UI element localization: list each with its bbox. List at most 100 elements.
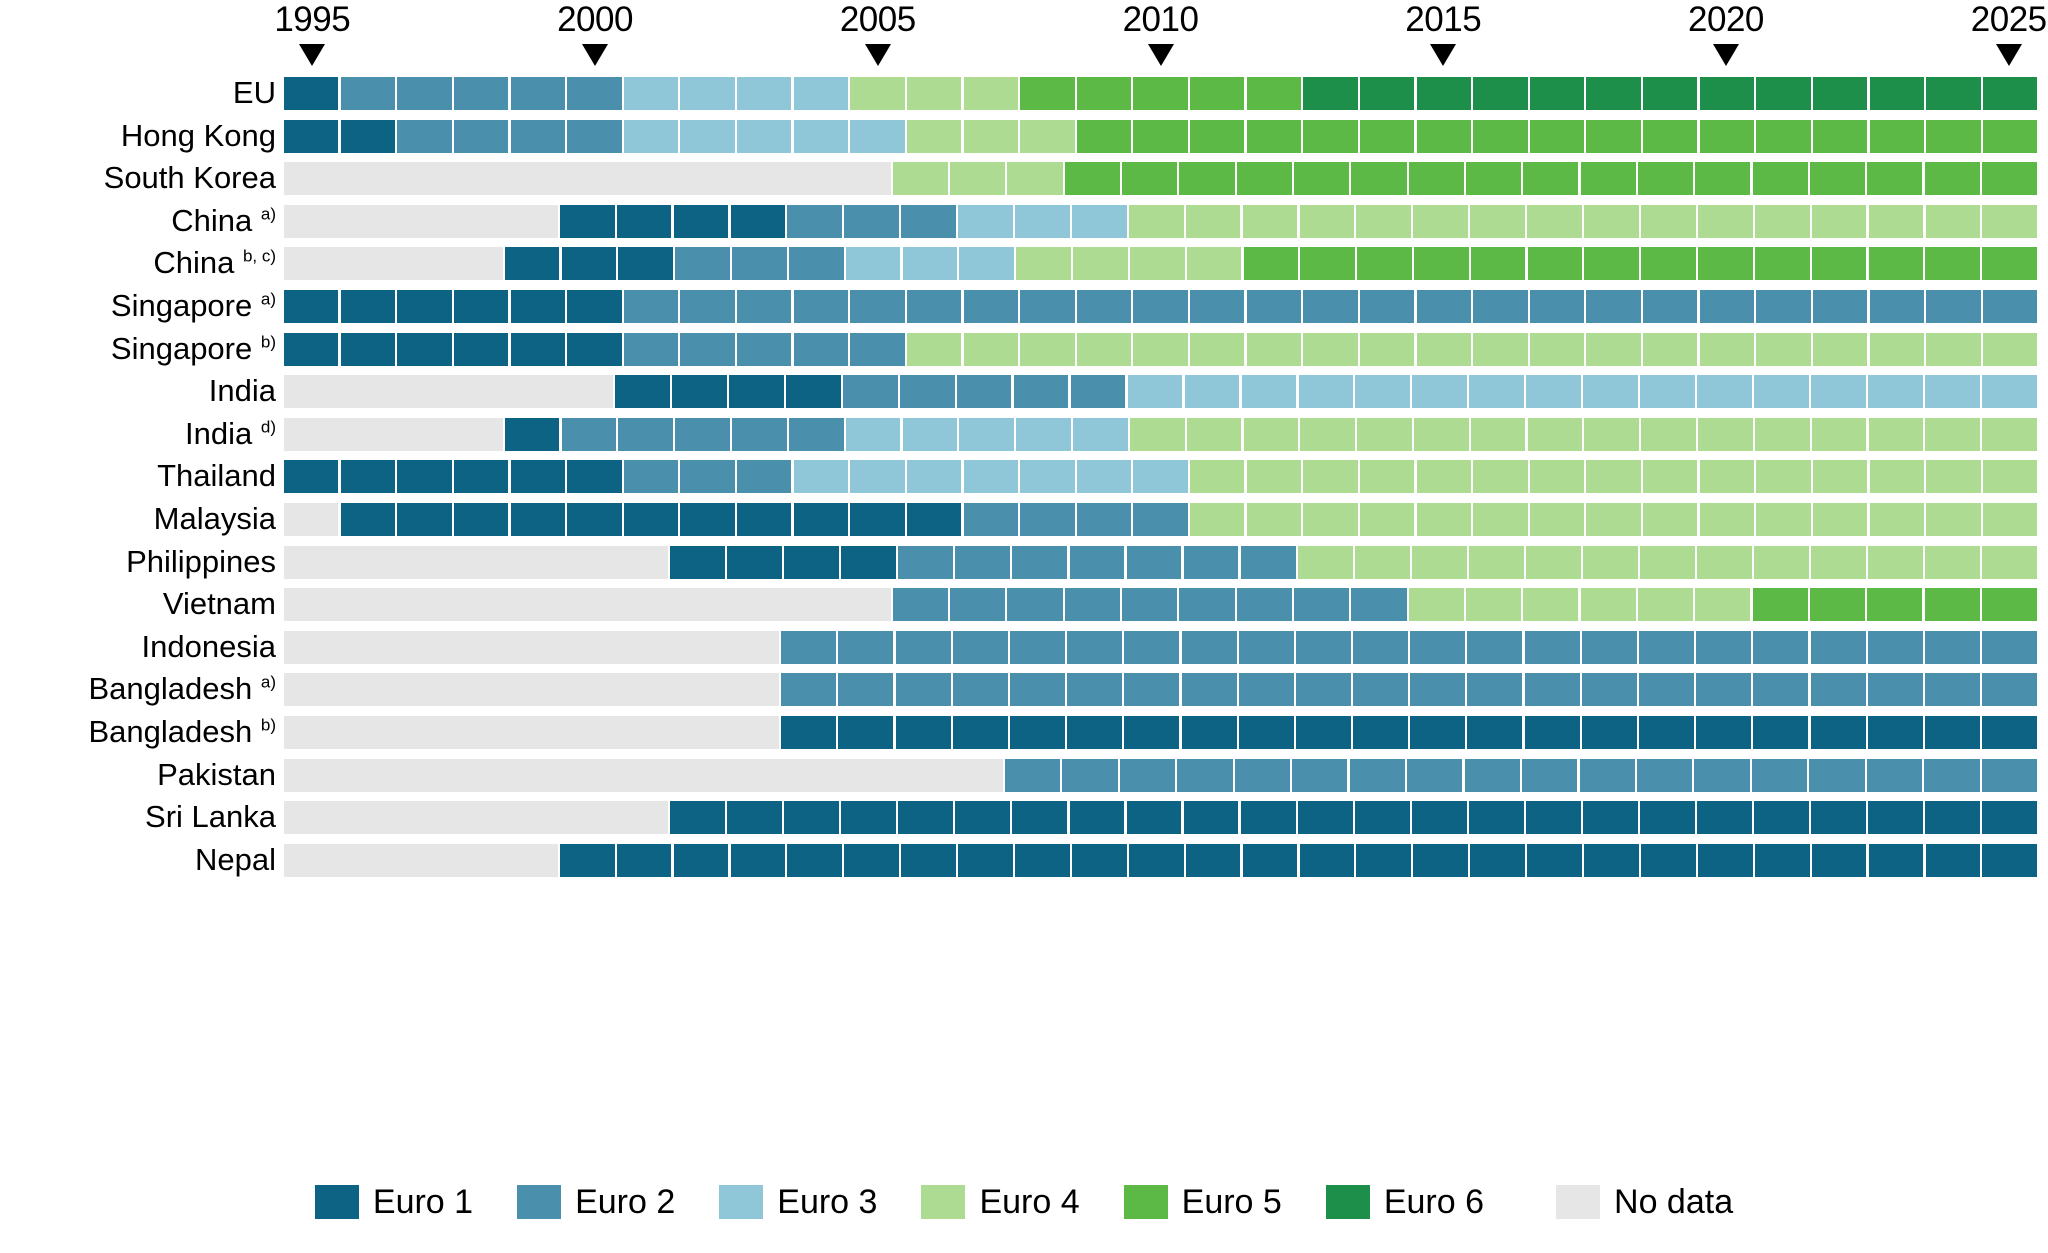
cell-2014-euro2 (1359, 289, 1415, 323)
cell-2000-nodata (559, 673, 614, 707)
cell-2020-euro3 (1697, 375, 1753, 409)
legend-label-euro2: Euro 2 (575, 1183, 676, 1221)
cell-2017-euro1 (1527, 843, 1582, 877)
cell-2024-euro4 (1926, 332, 1981, 366)
timeline-row: Pakistan (0, 754, 2048, 797)
euro-standards-timeline-chart: 1995 2000 2005 2010 2015 2020 2025 EU Hong Kong… (0, 0, 2048, 1253)
cell-2010-euro5 (1133, 119, 1188, 153)
cell-2016-euro4 (1473, 502, 1528, 536)
legend-label-euro3: Euro 3 (777, 1183, 878, 1221)
cell-1995-nodata (284, 204, 339, 238)
cell-2019-euro4 (1640, 545, 1695, 579)
cell-2009-euro1 (1067, 715, 1123, 749)
year-tick-2005: 2005 (818, 0, 938, 66)
cell-2015-euro2 (1410, 673, 1466, 707)
cell-2015-euro4 (1413, 204, 1469, 238)
cell-2002-euro2 (680, 460, 735, 494)
cell-2002-euro1 (670, 545, 726, 579)
row-label-footnote: a) (260, 204, 276, 224)
cell-1996-nodata (338, 204, 394, 238)
cell-2025-euro3 (1982, 375, 2037, 409)
cell-2024-euro5 (1924, 162, 1980, 196)
cell-2013-euro4 (1303, 460, 1358, 494)
cell-2014-euro4 (1359, 460, 1415, 494)
year-tick-arrow-icon (1147, 44, 1174, 66)
row-cells (284, 715, 2038, 749)
timeline-row: Sri Lanka (0, 796, 2048, 839)
cell-2022-euro5 (1812, 119, 1868, 153)
cell-2002-euro1 (680, 502, 735, 536)
year-tick-arrow-icon (582, 44, 609, 66)
cell-2013-euro2 (1294, 588, 1350, 622)
cell-2006-euro4 (906, 332, 962, 366)
cell-2023-euro4 (1869, 332, 1924, 366)
cell-1998-euro2 (453, 77, 509, 110)
cell-1997-nodata (394, 715, 449, 749)
cell-2010-euro4 (1133, 332, 1188, 366)
cell-1995-nodata (284, 630, 339, 664)
legend-item-euro4: Euro 4 (921, 1185, 1080, 1219)
chart-legend: Euro 1 Euro 2 Euro 3 Euro 4 Euro 5 Euro 6 No d… (0, 1185, 2048, 1219)
year-tick-1995: 1995 (252, 0, 372, 66)
cell-2002-euro3 (680, 77, 735, 110)
cell-2022-euro5 (1809, 588, 1866, 622)
cell-2018-euro4 (1586, 502, 1641, 536)
row-label-text: Malaysia (153, 500, 276, 536)
timeline-row: Indonesia (0, 626, 2048, 669)
cell-2019-euro4 (1638, 588, 1694, 622)
cell-1997-euro1 (397, 332, 452, 366)
legend-label-nodata: No data (1614, 1183, 1734, 1221)
cell-2015-euro2 (1410, 630, 1466, 664)
cell-2019-euro4 (1641, 204, 1696, 238)
cell-2000-euro1 (567, 460, 622, 494)
cell-2010-euro5 (1122, 162, 1178, 196)
row-label-sri-lanka: Sri Lanka (145, 796, 276, 839)
cell-2016-euro5 (1473, 119, 1528, 153)
row-cells (284, 289, 2038, 323)
cell-2024-euro4 (1925, 545, 1981, 579)
row-label-footnote: a) (260, 289, 276, 309)
timeline-row: Malaysia (0, 498, 2048, 541)
cell-2008-euro3 (1015, 204, 1070, 238)
cell-2001-euro1 (616, 204, 672, 238)
cell-2017-euro5 (1527, 247, 1583, 281)
cell-2025-euro5 (1982, 119, 2038, 153)
cell-2023-euro2 (1867, 673, 1923, 707)
row-label-indonesia: Indonesia (142, 626, 276, 669)
cell-2016-euro4 (1470, 204, 1525, 238)
cell-2021-euro5 (1754, 247, 1810, 281)
row-label-malaysia: Malaysia (154, 498, 276, 541)
cell-2018-euro2 (1581, 673, 1637, 707)
cell-2024-euro5 (1925, 247, 1981, 281)
cell-2025-euro4 (1982, 204, 2038, 238)
cell-2010-euro1 (1126, 801, 1182, 835)
cell-2007-euro2 (963, 289, 1018, 323)
cell-2014-euro2 (1353, 673, 1409, 707)
cell-2009-euro4 (1073, 247, 1128, 281)
cell-2016-euro2 (1467, 630, 1523, 664)
cell-2001-nodata (614, 162, 670, 196)
cell-2018-euro2 (1586, 289, 1641, 323)
cell-2003-euro2 (732, 417, 787, 451)
timeline-row: China a) (0, 200, 2048, 243)
cell-1995-nodata (284, 715, 339, 749)
cell-2021-euro2 (1753, 673, 1809, 707)
cell-2004-euro2 (793, 289, 849, 323)
cell-2001-nodata (613, 545, 669, 579)
cell-1996-euro2 (340, 77, 396, 110)
cell-2013-euro2 (1295, 630, 1351, 664)
row-label-india-d: India d) (185, 413, 276, 456)
cell-2015-euro2 (1407, 758, 1463, 792)
cell-2007-euro2 (956, 375, 1012, 409)
cell-1996-euro1 (340, 332, 396, 366)
cell-1997-nodata (393, 247, 448, 281)
cell-2015-euro1 (1411, 801, 1467, 835)
cell-2025-euro2 (1982, 289, 2038, 323)
cell-2014-euro4 (1359, 502, 1415, 536)
cell-2009-euro3 (1076, 460, 1132, 494)
cell-2000-euro1 (567, 289, 622, 323)
cell-2009-euro1 (1069, 801, 1125, 835)
timeline-grid: EU Hong Kong South Korea China a) China b, c… (0, 72, 2048, 881)
cell-2001-nodata (614, 673, 669, 707)
cell-2021-euro1 (1753, 715, 1809, 749)
